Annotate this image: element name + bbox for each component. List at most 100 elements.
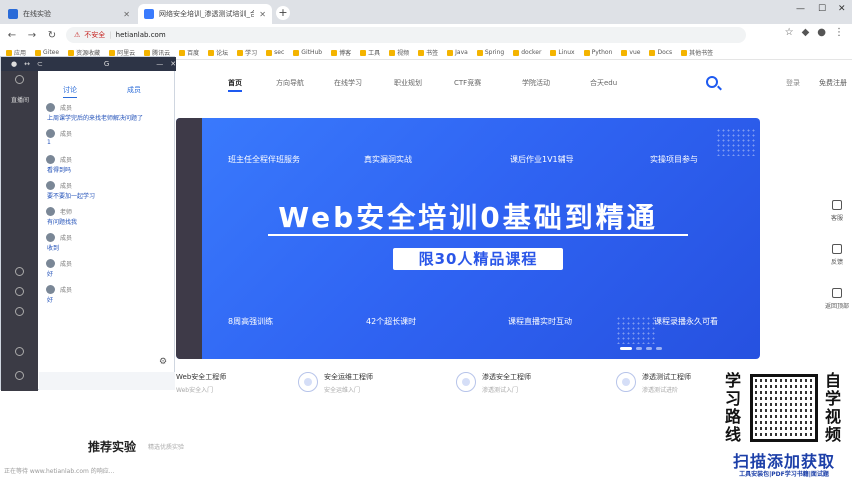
bookmark-item[interactable]: vue <box>621 49 640 56</box>
folder-icon <box>389 49 396 56</box>
recommend-title: 推荐实验 <box>88 440 137 454</box>
hero-banner[interactable]: 班主任全程伴班服务 真实漏洞实战 课后作业1V1辅导 实操项目参与 Web安全培… <box>176 118 760 359</box>
tab-discussion[interactable]: 讨论 <box>63 85 77 98</box>
browser-tab[interactable]: 在线实验 ✕ <box>2 4 136 24</box>
nav-home[interactable]: 首页 <box>228 78 242 92</box>
nav-edu[interactable]: 合天edu <box>590 78 617 88</box>
url-field[interactable]: ⚠ 不安全 | hetianlab.com <box>66 27 746 43</box>
avatar <box>46 207 55 216</box>
url-text: hetianlab.com <box>115 31 166 39</box>
new-tab-button[interactable]: + <box>276 6 290 20</box>
path-icon <box>456 372 476 392</box>
favicon-icon <box>8 9 18 19</box>
pin-icon[interactable]: ● <box>11 60 17 68</box>
banner-title: Web安全培训0基础到精通 <box>278 201 658 234</box>
register-link[interactable]: 免费注册 <box>819 78 847 88</box>
extension-icon[interactable]: ◆ <box>802 27 810 38</box>
bookmark-item[interactable]: 工具 <box>360 48 380 57</box>
banner-feature: 实操项目参与 <box>650 155 698 164</box>
folder-icon <box>35 49 42 56</box>
login-link[interactable]: 登录 <box>786 78 800 88</box>
speaker-icon[interactable] <box>15 287 24 296</box>
search-icon[interactable] <box>706 76 718 88</box>
menu-icon[interactable]: ⋮ <box>834 27 844 38</box>
path-card[interactable]: Web安全工程师 Web安全入门 <box>176 372 226 394</box>
close-icon[interactable]: ✕ <box>259 10 266 19</box>
record-icon[interactable] <box>15 347 24 356</box>
avatar <box>46 129 55 138</box>
bookmark-item[interactable]: 百度 <box>179 48 199 57</box>
nav-online-learning[interactable]: 在线学习 <box>334 78 362 88</box>
avatar <box>46 155 55 164</box>
carousel-pager[interactable] <box>620 347 662 350</box>
close-icon[interactable]: ✕ <box>170 60 176 68</box>
bookmark-item[interactable]: Spring <box>476 49 504 56</box>
folder-icon <box>418 49 425 56</box>
expand-icon[interactable]: ↔ <box>24 60 30 68</box>
bookmark-item[interactable]: Docs <box>649 49 672 56</box>
nav-ctf[interactable]: CTF竞赛 <box>454 78 481 88</box>
bookmark-item[interactable]: 视频 <box>389 48 409 57</box>
chat-message: 成员 要不要加一起学习 <box>46 181 96 200</box>
chat-input[interactable] <box>39 372 175 390</box>
bookmark-item[interactable]: sec <box>266 49 284 56</box>
bookmark-item[interactable]: Gitee <box>35 49 59 56</box>
bookmark-item[interactable]: docker <box>513 49 541 56</box>
path-icon <box>616 372 636 392</box>
feedback-button[interactable]: 反馈 <box>822 244 852 266</box>
bookmark-item[interactable]: 其他书签 <box>681 48 713 57</box>
share-icon[interactable] <box>15 307 24 316</box>
nav-activities[interactable]: 学院活动 <box>522 78 550 88</box>
site-nav: 首页 方向导航 在线学习 职业规划 CTF竞赛 学院活动 合天edu 登录 免费… <box>176 74 852 94</box>
bookmark-item[interactable]: Python <box>583 49 612 56</box>
tab-members[interactable]: 成员 <box>127 85 141 95</box>
back-icon[interactable]: ← <box>6 30 18 41</box>
banner-subtitle: 限30人精品课程 <box>418 250 538 268</box>
bookmark-item[interactable]: 博客 <box>331 48 351 57</box>
bookmark-item[interactable]: 学习 <box>237 48 257 57</box>
promo-right-text: 自学视频 <box>824 371 841 444</box>
reload-icon[interactable]: ↻ <box>46 30 58 41</box>
star-icon[interactable]: ☆ <box>785 27 794 38</box>
bookmark-item[interactable]: 论坛 <box>208 48 228 57</box>
gear-icon[interactable]: ⚙ <box>159 357 167 367</box>
bookmark-item[interactable]: Java <box>447 49 468 56</box>
minimize-icon[interactable]: — <box>796 4 805 14</box>
chat-side-rail: 直播间 <box>1 71 38 391</box>
close-window-icon[interactable]: ✕ <box>838 4 846 14</box>
folder-icon <box>583 49 590 56</box>
avatar <box>46 103 55 112</box>
folder-icon <box>68 49 75 56</box>
close-icon[interactable]: ✕ <box>123 10 130 19</box>
back-to-top-button[interactable]: 返回顶部 <box>822 288 852 310</box>
forward-icon[interactable]: → <box>26 30 38 41</box>
path-card[interactable]: 渗透安全工程师 渗透测试入门 <box>456 372 531 394</box>
microphone-icon[interactable] <box>15 267 24 276</box>
path-card[interactable]: 安全运维工程师 安全运维入门 <box>298 372 373 394</box>
camera-icon[interactable] <box>15 75 24 84</box>
chat-message-list[interactable]: 成员 上周课学完后的来找老师解决问题了 成员 1 成员 看得到吗 成员 要不要加一起学习… <box>41 103 173 373</box>
profile-icon[interactable]: ● <box>817 27 826 38</box>
address-bar: ← → ↻ ⚠ 不安全 | hetianlab.com ☆ ◆ ● ⋮ <box>0 24 852 46</box>
link-icon[interactable]: ⊂ <box>37 60 43 68</box>
nav-directions[interactable]: 方向导航 <box>276 78 304 88</box>
customer-service-button[interactable]: 客服 <box>822 200 852 222</box>
settings-icon[interactable] <box>15 371 24 380</box>
bookmark-item[interactable]: GitHub <box>293 49 322 56</box>
path-card[interactable]: 渗透测试工程师 渗透测试进阶 <box>616 372 691 394</box>
group-icon[interactable]: G <box>104 60 109 68</box>
bookmark-item[interactable]: Linux <box>550 49 575 56</box>
folder-icon <box>144 49 151 56</box>
chat-message: 成员 1 <box>46 129 73 146</box>
chat-tabs: 讨论 成员 <box>39 85 175 99</box>
folder-icon <box>208 49 215 56</box>
browser-tab-active[interactable]: 网络安全培训_渗透测试培训_合天网安实验室 ✕ <box>138 4 272 24</box>
right-floating-bar: 客服 反馈 返回顶部 <box>822 200 852 332</box>
nav-career[interactable]: 职业规划 <box>394 78 422 88</box>
banner-feature: 课程直播实时互动 <box>508 317 572 326</box>
chat-message: 成员 看得到吗 <box>46 155 73 174</box>
banner-feature: 42个超长课时 <box>366 317 417 326</box>
minimize-icon[interactable]: — <box>156 60 163 68</box>
maximize-icon[interactable]: ☐ <box>818 4 826 14</box>
bookmark-item[interactable]: 书签 <box>418 48 438 57</box>
